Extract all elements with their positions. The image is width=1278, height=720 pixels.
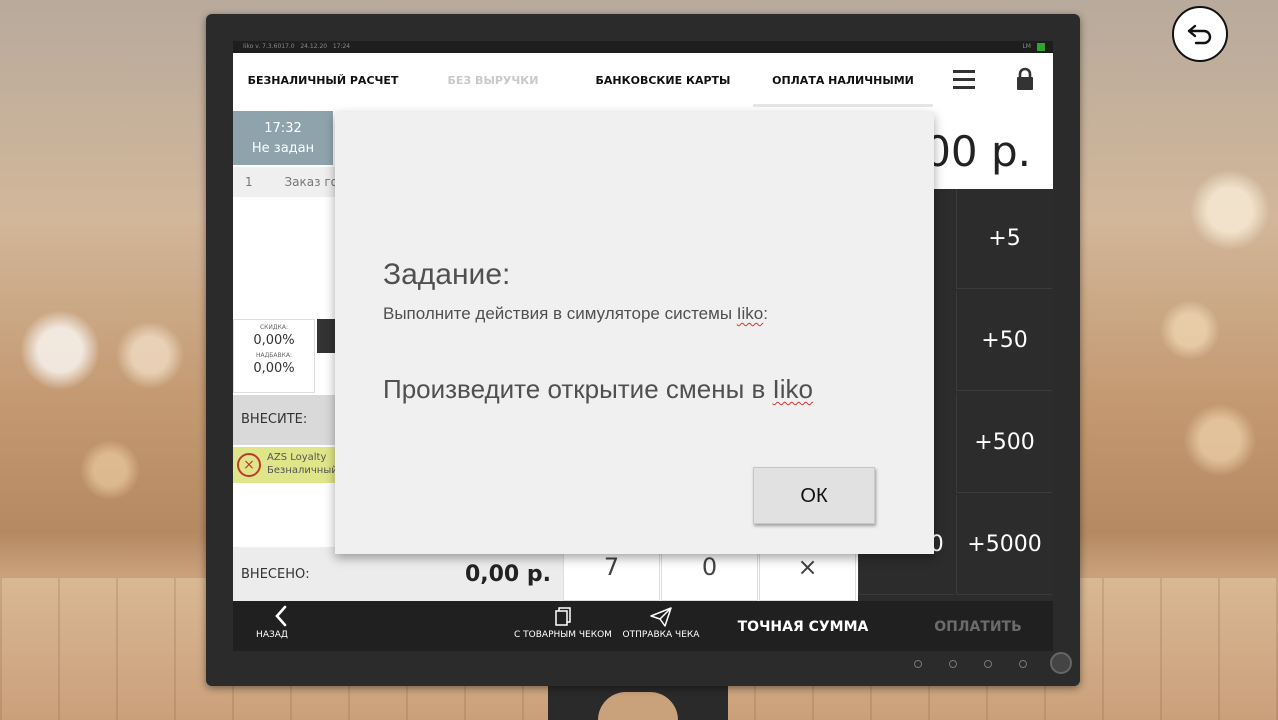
bottom-action-bar: НАЗАД С ТОВАРНЫМ ЧЕКОМ ОТПРАВКА ЧЕКА ТОЧ… (233, 601, 1053, 651)
version-text: Iiko v. 7.3.6017.0 (243, 43, 295, 50)
order-header[interactable]: 17:32 Не задан (233, 111, 333, 165)
dialog-subtitle-colon: : (763, 304, 768, 323)
chevron-left-icon (275, 605, 287, 627)
markup-value: 0,00% (253, 361, 295, 376)
tab-cashless[interactable]: БЕЗНАЛИЧНЫЙ РАСЧЕТ (243, 74, 403, 87)
hamburger-menu-icon[interactable] (953, 70, 975, 90)
exit-simulator-button[interactable] (1172, 6, 1228, 62)
dialog-subtitle-brand: Iiko (736, 304, 764, 323)
status-led (1037, 43, 1045, 51)
tab-cash[interactable]: ОПЛАТА НАЛИЧНЫМИ (763, 74, 923, 87)
dialog-task-text: Произведите открытие смены в Iiko (383, 374, 813, 405)
order-time: 17:32 (264, 121, 302, 136)
loyalty-name: AZS Loyalty (267, 452, 327, 463)
markup-label: НАДБАВКА: (255, 352, 293, 359)
power-button (1050, 652, 1072, 674)
loyalty-payment-item[interactable]: × AZS Loyalty Безналичный (233, 447, 339, 483)
back-label: НАЗАД (256, 630, 288, 640)
payment-tabs-bar: БЕЗНАЛИЧНЫЙ РАСЧЕТ БЕЗ ВЫРУЧКИ БАНКОВСКИ… (233, 53, 1053, 107)
lock-icon[interactable] (1016, 67, 1034, 91)
date-text: 24.12.20 (300, 43, 328, 50)
with-receipt-label: С ТОВАРНЫМ ЧЕКОМ (514, 630, 612, 640)
discount-label: СКИДКА: (259, 324, 288, 331)
dialog-subtitle: Выполните действия в симуляторе системы … (383, 304, 768, 324)
dialog-task-prefix: Произведите открытие смены в (383, 374, 773, 404)
paid-amount: 0,00 р. (464, 562, 551, 587)
loyalty-type: Безналичный (267, 465, 338, 476)
key-clear[interactable]: × (759, 551, 856, 601)
order-table: Не задан (251, 141, 315, 156)
quick-amount-5[interactable]: +5 (956, 189, 1052, 289)
quick-amount-50[interactable]: +50 (956, 291, 1052, 391)
quick-amount-5000[interactable]: +5000 (956, 495, 1052, 595)
tab-bank-cards[interactable]: БАНКОВСКИЕ КАРТЫ (593, 74, 733, 87)
monitor-control-button (1019, 660, 1027, 668)
monitor-control-button (949, 660, 957, 668)
dialog-subtitle-text: Выполните действия в симуляторе системы (383, 304, 737, 323)
deposit-label: ВНЕСИТЕ: (241, 412, 308, 427)
clock-text: 17:24 (332, 43, 351, 50)
remove-payment-icon[interactable]: × (237, 453, 261, 477)
monitor-control-button (984, 660, 992, 668)
paper-plane-icon (650, 607, 672, 627)
tab-no-revenue[interactable]: БЕЗ ВЫРУЧКИ (433, 74, 553, 87)
discount-value: 0,00% (253, 333, 295, 348)
paid-label: ВНЕСЕНО: (241, 567, 310, 582)
back-button[interactable]: НАЗАД (247, 605, 297, 640)
undo-arrow-icon (1187, 24, 1212, 45)
monitor-stand (548, 684, 728, 720)
discount-markup-box[interactable]: СКИДКА: 0,00% НАДБАВКА: 0,00% (233, 319, 315, 393)
dialog-title: Задание: (383, 258, 511, 291)
dialog-task-brand: Iiko (772, 374, 813, 404)
key-0[interactable]: 0 (661, 551, 758, 601)
copy-receipt-icon (555, 607, 571, 626)
send-receipt-label: ОТПРАВКА ЧЕКА (622, 630, 700, 640)
paid-row: ВНЕСЕНО: 0,00 р. (233, 547, 563, 601)
user-text: LM (1022, 43, 1031, 50)
ok-button[interactable]: ОК (753, 467, 875, 524)
task-dialog: Задание: Выполните действия в симуляторе… (335, 112, 934, 554)
monitor-control-button (914, 660, 922, 668)
order-row-number: 1 (245, 175, 253, 189)
system-status-bar: Iiko v. 7.3.6017.0 24.12.20 17:24 LM (233, 41, 1053, 53)
with-receipt-button[interactable]: С ТОВАРНЫМ ЧЕКОМ (513, 607, 613, 640)
order-row-name: Заказ го (284, 175, 338, 189)
pay-button[interactable]: ОПЛАТИТЬ (923, 619, 1033, 635)
quick-amount-500[interactable]: +500 (956, 393, 1052, 493)
exact-sum-button[interactable]: ТОЧНАЯ СУММА (733, 619, 873, 635)
key-7[interactable]: 7 (563, 551, 660, 601)
send-receipt-button[interactable]: ОТПРАВКА ЧЕКА (621, 607, 701, 640)
